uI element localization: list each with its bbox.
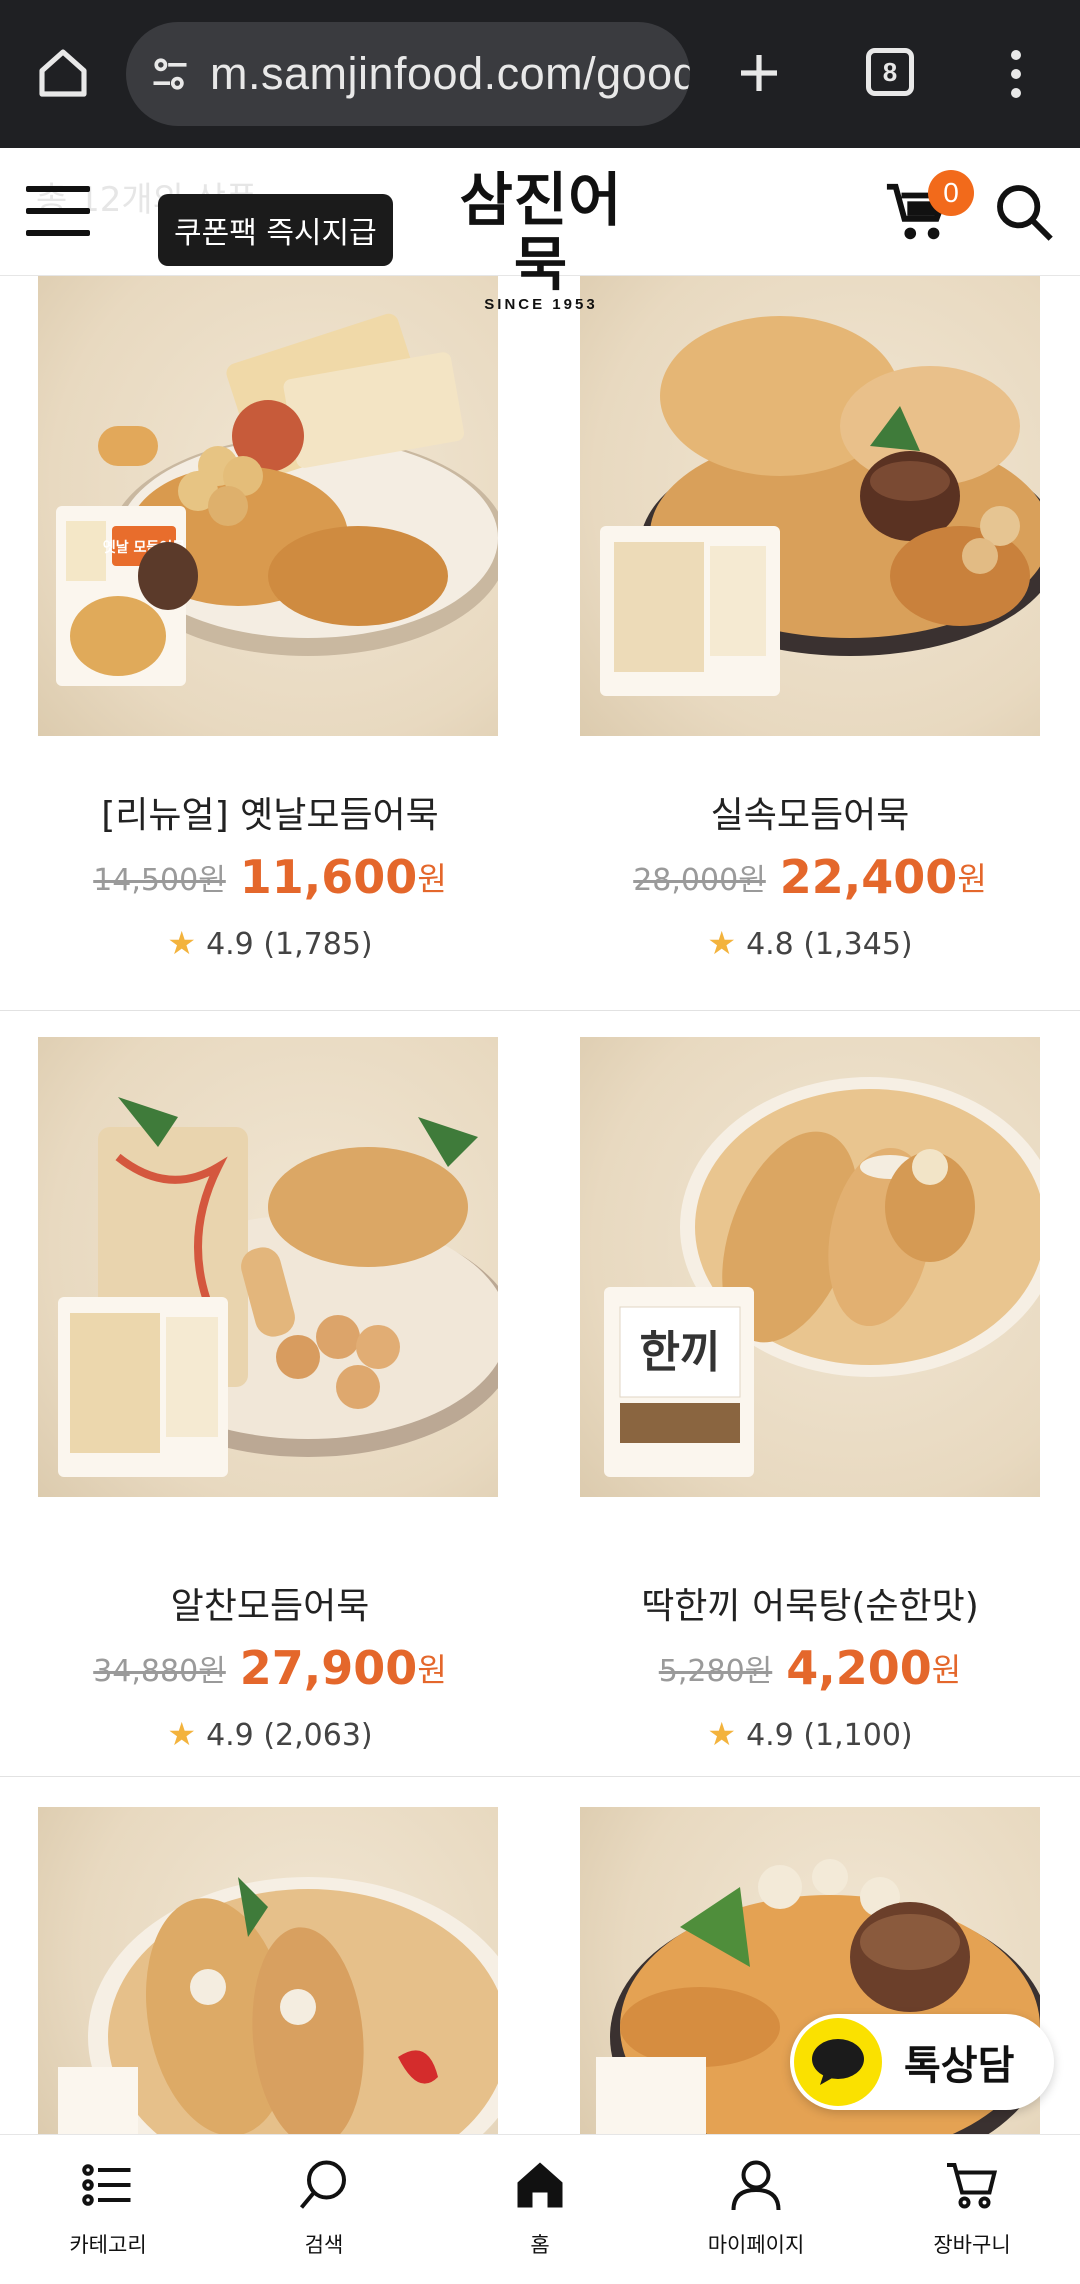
cart-count-badge: 0 [928,170,974,216]
plus-icon [741,55,777,91]
logo-since: SINCE 1953 [484,296,598,313]
product-image[interactable] [580,276,1040,736]
product-image[interactable]: 한끼 [580,1037,1040,1497]
price-row: 34,880원 27,900원 [0,1641,540,1695]
site-settings-icon[interactable] [148,52,192,96]
product-image[interactable]: 옛날 모듬어묵 [38,276,498,736]
product-image[interactable] [38,1037,498,1497]
price-unit: 원 [417,860,447,898]
rating-score: 4.9 [206,927,254,962]
nav-item-category[interactable]: 카테고리 [0,2135,216,2284]
rating-score: 4.8 [746,927,794,962]
product-title[interactable]: 알찬모듬어묵 [0,1577,540,1629]
nav-label: 카테고리 [69,2233,147,2257]
product-card[interactable]: 알찬모듬어묵 34,880원 27,900원 ★ 4.9 (2,063) [0,1011,540,1776]
nav-label: 홈 [530,2233,550,2257]
url-text: m.samjinfood.com/goods [210,48,690,99]
original-price: 5,280원 [658,1654,773,1689]
price-unit: 원 [417,1651,447,1689]
nav-item-home[interactable]: 홈 [432,2135,648,2284]
home-icon [39,49,87,97]
nav-label: 마이페이지 [707,2233,805,2257]
price-row: 14,500원 11,600원 [0,850,540,904]
review-count: (1,345) [803,927,913,962]
sale-price: 4,200 [786,1641,932,1695]
product-card[interactable]: 실속모듬어묵 28,000원 22,400원 ★ 4.8 (1,345) [540,276,1080,1010]
product-card[interactable]: 옛날 모듬어묵 [리뉴얼] 옛날모듬어묵 14,500원 11,600원 ★ 4.9… [0,276,540,1010]
browser-menu-icon[interactable] [1000,44,1032,104]
product-card[interactable] [0,1777,540,2137]
list-icon [82,2164,131,2206]
review-count: (2,063) [263,1718,373,1753]
header-search-button[interactable] [992,180,1056,244]
nav-item-cart[interactable]: 장바구니 [864,2135,1080,2284]
original-price: 28,000원 [633,863,766,898]
rating-row: ★ 4.9 (2,063) [0,1715,540,1753]
review-count: (1,785) [263,927,373,962]
home-icon [517,2162,563,2208]
user-icon [731,2160,781,2211]
package-label: 한끼 [640,1327,721,1378]
browser-toolbar: m.samjinfood.com/goods 8 [0,0,1080,148]
kakao-talk-button[interactable]: 톡상담 [790,2014,1054,2110]
header-cart-button[interactable]: 0 [884,170,974,258]
nav-label: 장바구니 [933,2233,1011,2257]
product-title[interactable]: 실속모듬어묵 [540,786,1080,838]
nav-item-mypage[interactable]: 마이페이지 [648,2135,864,2284]
sale-price: 27,900 [239,1641,418,1695]
chat-bubble-icon [794,2018,882,2106]
address-bar[interactable]: m.samjinfood.com/goods [126,22,690,126]
site-logo[interactable]: 삼진어묵 SINCE 1953 [438,168,644,313]
price-unit: 원 [931,1651,962,1689]
product-title[interactable]: 딱한끼 어묵탕(순한맛) [540,1577,1080,1629]
product-image[interactable] [38,1807,498,2137]
logo-text: 삼진어묵 [459,166,623,298]
star-icon: ★ [167,1715,197,1753]
search-icon [997,185,1053,241]
star-icon: ★ [707,924,737,962]
star-icon: ★ [707,1715,737,1753]
tab-switcher-button[interactable]: 8 [866,48,914,96]
rating-row: ★ 4.9 (1,785) [0,924,540,962]
coupon-badge[interactable]: 쿠폰팩 즉시지급 [158,194,393,266]
sale-price: 22,400 [779,850,958,904]
nav-label: 검색 [304,2233,344,2257]
hamburger-menu-icon[interactable] [26,186,90,236]
talk-label: 톡상담 [904,2043,1015,2089]
rating-score: 4.9 [206,1718,254,1753]
rating-row: ★ 4.8 (1,345) [540,924,1080,962]
bottom-navigation: 카테고리 검색 홈 마이페이지 장바구니 [0,2134,1080,2284]
cart-icon [947,2163,998,2209]
product-card[interactable]: 한끼 딱한끼 어묵탕(순한맛) 5,280원 4,200원 ★ 4.9 (1,100… [540,1011,1080,1776]
rating-score: 4.9 [746,1718,794,1753]
rating-row: ★ 4.9 (1,100) [540,1715,1080,1753]
search-icon [299,2160,346,2209]
browser-home-button[interactable] [30,40,96,106]
nav-item-search[interactable]: 검색 [216,2135,432,2284]
price-row: 28,000원 22,400원 [540,850,1080,904]
star-icon: ★ [167,924,197,962]
price-row: 5,280원 4,200원 [540,1641,1080,1695]
site-header: 총 12개의 상품 쿠폰팩 즉시지급 삼진어묵 SINCE 1953 0 [0,148,1080,313]
price-unit: 원 [957,860,987,898]
product-title[interactable]: [리뉴얼] 옛날모듬어묵 [0,786,540,838]
review-count: (1,100) [803,1718,913,1753]
sale-price: 11,600 [239,850,418,904]
original-price: 34,880원 [93,1654,226,1689]
new-tab-button[interactable] [726,40,792,106]
original-price: 14,500원 [93,863,226,898]
